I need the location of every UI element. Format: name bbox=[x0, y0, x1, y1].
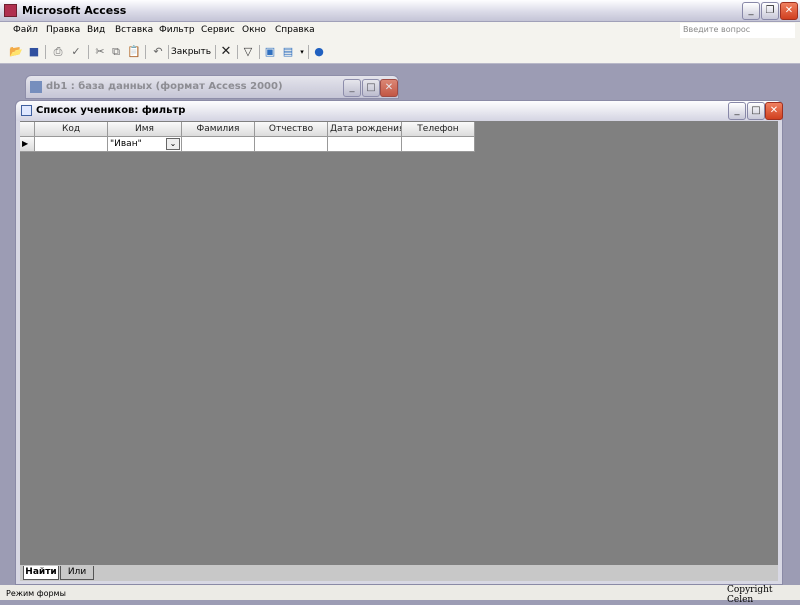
menu-file[interactable]: Файл bbox=[13, 25, 38, 35]
column-header-birthdate[interactable]: Дата рождения bbox=[328, 122, 402, 137]
undo-icon[interactable]: ↶ bbox=[150, 44, 166, 60]
status-mode: Режим формы bbox=[6, 589, 66, 598]
open-icon[interactable]: 📂 bbox=[8, 44, 24, 60]
row-selector-arrow-icon[interactable]: ▶ bbox=[20, 137, 35, 152]
filter-tab-bar: Найти Или bbox=[20, 565, 778, 581]
menu-window[interactable]: Окно bbox=[242, 25, 266, 35]
menu-insert[interactable]: Вставка bbox=[115, 25, 153, 35]
name-filter-cell[interactable]: "Иван" ⌄ bbox=[108, 137, 182, 152]
menu-view[interactable]: Вид bbox=[87, 25, 105, 35]
tab-find[interactable]: Найти bbox=[23, 566, 59, 580]
db-close-button[interactable]: ✕ bbox=[380, 79, 398, 97]
database-window-title: db1 : база данных (формат Access 2000) bbox=[46, 81, 283, 92]
column-header-patronymic[interactable]: Отчество bbox=[255, 122, 328, 137]
database-window-icon[interactable]: ▣ bbox=[262, 44, 278, 60]
dropdown-chevron-icon[interactable]: ⌄ bbox=[166, 138, 180, 150]
menu-filter[interactable]: Фильтр bbox=[159, 25, 195, 35]
form-maximize-button[interactable]: □ bbox=[747, 102, 765, 120]
form-minimize-button[interactable]: _ bbox=[728, 102, 746, 120]
copy-icon[interactable]: ⧉ bbox=[108, 44, 124, 60]
patronymic-filter-cell[interactable] bbox=[255, 137, 328, 152]
kod-filter-cell[interactable] bbox=[35, 137, 108, 152]
cut-icon[interactable]: ✂ bbox=[92, 44, 108, 60]
column-header-phone[interactable]: Телефон bbox=[402, 122, 475, 137]
ask-question-input[interactable]: Введите вопрос bbox=[680, 23, 795, 38]
column-header-name[interactable]: Имя bbox=[108, 122, 182, 137]
menu-tools[interactable]: Сервис bbox=[201, 25, 235, 35]
menu-edit[interactable]: Правка bbox=[46, 25, 80, 35]
copyright-text: Copyright Celen bbox=[727, 585, 773, 605]
db-minimize-button[interactable]: _ bbox=[343, 79, 361, 97]
phone-filter-cell[interactable] bbox=[402, 137, 475, 152]
save-icon[interactable]: ■ bbox=[26, 44, 42, 60]
filter-grid: Код Имя Фамилия Отчество Дата рождения Т… bbox=[20, 121, 778, 565]
minimize-button[interactable]: _ bbox=[742, 2, 760, 20]
clear-grid-icon[interactable]: ✕ bbox=[218, 44, 234, 60]
status-bar: Режим формы Copyright Celen bbox=[0, 585, 800, 605]
restore-button[interactable]: ❐ bbox=[761, 2, 779, 20]
close-button[interactable]: ✕ bbox=[780, 2, 798, 20]
toolbar: 📂 ■ ⎙ ✓ ✂ ⧉ 📋 ↶ Закрыть ✕ ▽ ▣ ▤ ▾ ● bbox=[0, 40, 800, 64]
apply-filter-icon[interactable]: ▽ bbox=[240, 44, 256, 60]
birthdate-filter-cell[interactable] bbox=[328, 137, 402, 152]
app-title: Microsoft Access bbox=[22, 4, 127, 17]
paste-icon[interactable]: 📋 bbox=[126, 44, 142, 60]
database-window[interactable]: db1 : база данных (формат Access 2000) _… bbox=[25, 75, 399, 99]
filter-window-title: Список учеников: фильтр bbox=[36, 105, 186, 116]
app-title-bar: Microsoft Access _ ❐ ✕ bbox=[0, 0, 800, 22]
form-icon bbox=[21, 105, 32, 116]
access-icon bbox=[4, 4, 17, 17]
row-selector-header bbox=[20, 122, 35, 137]
form-close-button[interactable]: ✕ bbox=[765, 102, 783, 120]
column-header-surname[interactable]: Фамилия bbox=[182, 122, 255, 137]
spelling-icon[interactable]: ✓ bbox=[68, 44, 84, 60]
name-filter-value: "Иван" bbox=[110, 139, 142, 149]
surname-filter-cell[interactable] bbox=[182, 137, 255, 152]
help-icon[interactable]: ● bbox=[311, 44, 327, 60]
db-maximize-button[interactable]: □ bbox=[362, 79, 380, 97]
database-icon bbox=[30, 81, 42, 93]
tab-or[interactable]: Или bbox=[60, 566, 94, 580]
close-filter-button[interactable]: Закрыть bbox=[171, 45, 211, 59]
menu-help[interactable]: Справка bbox=[275, 25, 315, 35]
column-header-kod[interactable]: Код bbox=[35, 122, 108, 137]
print-icon[interactable]: ⎙ bbox=[50, 44, 66, 60]
